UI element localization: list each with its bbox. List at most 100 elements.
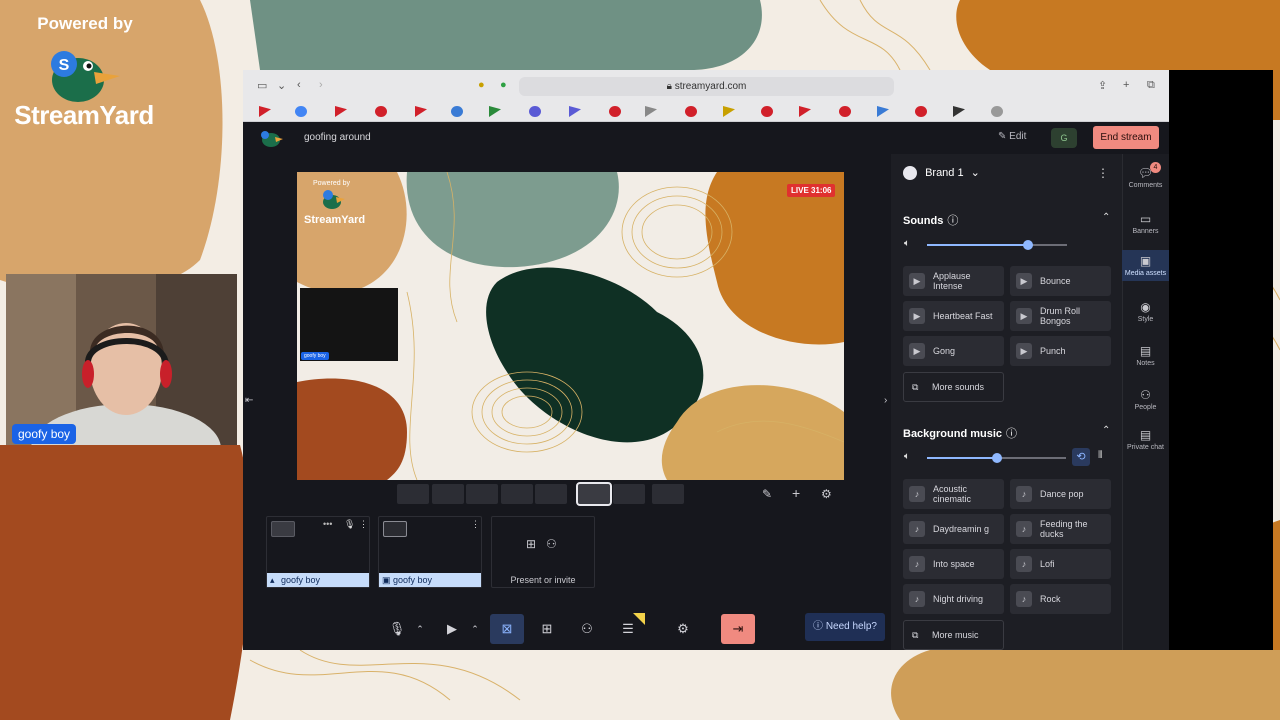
music-track-button[interactable]: ♪ Night driving (903, 584, 1004, 614)
help-circle-icon[interactable]: ⓘ (947, 215, 958, 227)
layout-settings-gear-icon[interactable]: ⚙ (821, 487, 832, 501)
music-track-label: Dance pop (1040, 489, 1084, 499)
bookmark-favicon-icon[interactable] (761, 106, 773, 117)
music-note-icon: ♪ (909, 486, 925, 502)
layout-option-button[interactable] (397, 484, 429, 504)
mic-options-button[interactable]: ⌃ (412, 614, 428, 644)
rail-tab-comments[interactable]: 💬︎ Comments 4 (1122, 162, 1169, 193)
music-title: Background music (903, 428, 1003, 440)
grammarly-icon[interactable]: ● (500, 79, 507, 91)
brand-more-options-icon[interactable]: ⋮ (1097, 166, 1109, 180)
music-track-button[interactable]: ♪ Feeding the ducks (1010, 514, 1111, 544)
sounds-volume-slider[interactable] (927, 240, 1067, 250)
new-tab-icon[interactable]: + (1123, 79, 1129, 91)
bookmark-favicon-icon[interactable] (685, 106, 697, 117)
destination-avatar[interactable]: G (1051, 128, 1077, 148)
bookmark-favicon-icon[interactable] (295, 106, 307, 117)
stage-participant-slot[interactable] (300, 288, 398, 361)
volume-icon[interactable]: 🔈︎ (904, 238, 910, 249)
slider-knob[interactable] (1022, 240, 1033, 250)
notification-badge: 4 (1150, 162, 1161, 173)
play-icon: ▶ (1016, 343, 1032, 359)
camera-toggle-button[interactable]: ▶ (435, 614, 469, 644)
bookmark-favicon-icon[interactable] (915, 106, 927, 117)
participant-card[interactable]: ⋮ ▣ goofy boy (378, 516, 482, 588)
extension-icon[interactable]: ● (478, 79, 485, 91)
more-options-icon[interactable]: ⋮ (471, 519, 480, 530)
music-track-button[interactable]: ♪ Acoustic cinematic (903, 479, 1004, 509)
layout-option-button[interactable] (613, 484, 645, 504)
layout-option-button[interactable] (432, 484, 464, 504)
add-layout-icon[interactable]: + (792, 485, 800, 501)
loop-icon[interactable]: ⟲ (1072, 448, 1090, 466)
mic-toggle-button[interactable]: 🎙︎ (380, 614, 414, 644)
music-track-button[interactable]: ♪ Lofi (1010, 549, 1111, 579)
audio-waveform-icon[interactable]: ⦀ (1098, 450, 1102, 461)
collapse-music-icon[interactable]: ⌃ (1102, 425, 1110, 436)
share-icon[interactable]: ⇪ (1098, 79, 1107, 92)
bookmark-favicon-icon[interactable] (839, 106, 851, 117)
chevron-down-icon[interactable]: ⌄ (277, 79, 286, 92)
sound-effect-button[interactable]: ▶ Punch (1010, 336, 1111, 366)
sound-effect-button[interactable]: ▶ Bounce (1010, 266, 1111, 296)
more-sounds-button[interactable]: ⧉ More sounds (903, 372, 1004, 402)
tabs-overview-icon[interactable]: ⧉ (1147, 79, 1155, 92)
show-title[interactable]: goofing around (304, 132, 371, 143)
forward-arrow-icon[interactable]: › (319, 79, 323, 91)
help-circle-icon[interactable]: ⓘ (1006, 428, 1017, 440)
sound-effect-button[interactable]: ▶ Heartbeat Fast (903, 301, 1004, 331)
layout-option-button[interactable] (466, 484, 498, 504)
volume-icon[interactable]: 🔈︎ (904, 451, 910, 462)
sound-effect-button[interactable]: ▶ Applause Intense (903, 266, 1004, 296)
layout-option-button[interactable] (501, 484, 533, 504)
music-track-button[interactable]: ♪ Into space (903, 549, 1004, 579)
mic-icon[interactable]: 🎙︎ (344, 519, 355, 530)
share-screen-button[interactable]: ⊞ (530, 614, 564, 644)
rail-tab-label: Style (1137, 316, 1154, 323)
music-track-button[interactable]: ♪ Dance pop (1010, 479, 1111, 509)
bookmark-favicon-icon[interactable] (609, 106, 621, 117)
sound-effect-button[interactable]: ▶ Gong (903, 336, 1004, 366)
collapse-right-icon[interactable]: › (884, 395, 887, 406)
camera-options-button[interactable]: ⌃ (467, 614, 483, 644)
music-volume-slider[interactable] (927, 453, 1066, 463)
sound-effect-button[interactable]: ▶ Drum Roll Bongos (1010, 301, 1111, 331)
collapse-left-icon[interactable]: ⇤ (245, 395, 253, 406)
bookmark-favicon-icon[interactable] (375, 106, 387, 117)
collapse-sounds-icon[interactable]: ⌃ (1102, 212, 1110, 223)
rail-tab-media-assets[interactable]: ▣ Media assets (1122, 250, 1169, 281)
rail-tab-banners[interactable]: ▭ Banners (1122, 208, 1169, 239)
invite-guests-button[interactable]: ⚇ (570, 614, 604, 644)
layout-option-button[interactable] (652, 484, 684, 504)
bookmark-favicon-icon[interactable] (991, 106, 1003, 117)
streamyard-logo-icon[interactable] (259, 128, 283, 148)
bookmark-favicon-icon[interactable] (529, 106, 541, 117)
stop-share-button[interactable]: ⊠ (490, 614, 524, 644)
rail-tab-style[interactable]: ◉ Style (1122, 296, 1169, 327)
rail-tab-notes[interactable]: ▤ Notes (1122, 340, 1169, 371)
sidebar-toggle-icon[interactable]: ▭ (257, 79, 267, 92)
slider-knob[interactable] (991, 453, 1002, 463)
present-screen-icon: ⊞ (526, 537, 537, 551)
person-icon: ▴ (270, 575, 275, 585)
need-help-button[interactable]: ⓘ Need help? (805, 613, 885, 641)
back-arrow-icon[interactable]: ‹ (297, 79, 301, 91)
participant-name: ▴ goofy boy (267, 573, 369, 587)
edit-button[interactable]: ✎ Edit (998, 131, 1026, 142)
pencil-icon[interactable]: ✎ (762, 487, 772, 501)
participant-card[interactable]: ••• 🎙︎ ⋮ ▴ goofy boy (266, 516, 370, 588)
settings-button[interactable]: ⚙ (666, 614, 700, 644)
leave-studio-button[interactable]: ⇥ (721, 614, 755, 644)
end-stream-button[interactable]: End stream (1093, 126, 1159, 149)
rail-tab-private-chat[interactable]: ▤ Private chat (1122, 424, 1169, 455)
more-music-button[interactable]: ⧉ More music (903, 620, 1004, 650)
brand-selector[interactable]: Brand 1 ⌄ (903, 166, 980, 181)
music-track-button[interactable]: ♪ Daydreamin g (903, 514, 1004, 544)
layout-option-button[interactable] (535, 484, 567, 504)
more-options-icon[interactable]: ⋮ (359, 519, 368, 530)
bookmark-favicon-icon[interactable] (451, 106, 463, 117)
address-bar[interactable]: 🔒︎ streamyard.com (519, 77, 894, 96)
layout-option-button[interactable] (576, 482, 612, 506)
music-track-button[interactable]: ♪ Rock (1010, 584, 1111, 614)
rail-tab-people[interactable]: ⚇ People (1122, 384, 1169, 415)
